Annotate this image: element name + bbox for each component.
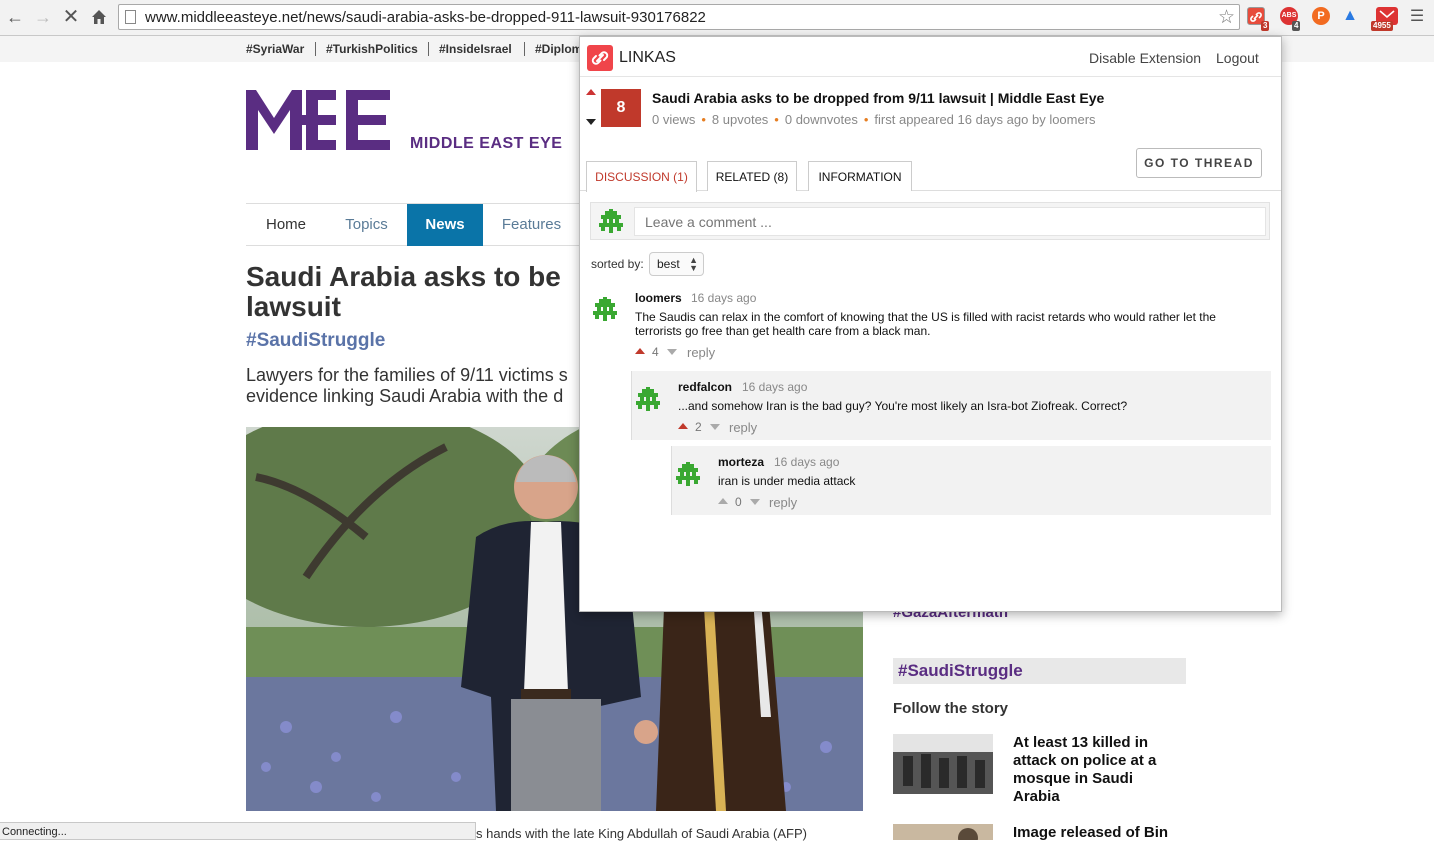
comment-input[interactable]	[634, 207, 1266, 236]
comment-score: 4	[652, 345, 659, 359]
stop-icon[interactable]: ✕	[60, 6, 82, 28]
nav-news[interactable]: News	[407, 204, 483, 246]
comment-item: redfalcon 16 days ago ...and somehow Ira…	[631, 371, 1271, 440]
views-count: 0 views	[652, 112, 696, 127]
home-icon[interactable]	[88, 6, 110, 28]
meta-dot: •	[701, 112, 706, 127]
divider	[428, 42, 429, 56]
logo-text: MIDDLE EAST EYE	[410, 135, 563, 152]
sort-value: best	[657, 257, 680, 271]
story-title[interactable]: Image released of Bin	[1013, 824, 1183, 842]
link-icon	[587, 45, 613, 71]
tab-related[interactable]: RELATED (8)	[707, 161, 797, 191]
comment-reply-link[interactable]: reply	[687, 345, 715, 360]
nav-topics[interactable]: Topics	[326, 204, 407, 246]
comment-username[interactable]: loomers	[635, 291, 682, 305]
logout-link[interactable]: Logout	[1216, 50, 1259, 66]
comment-time: 16 days ago	[742, 380, 808, 394]
comment-upvote-icon[interactable]	[635, 348, 645, 354]
adblock-badge: 4	[1292, 21, 1301, 31]
p-extension-icon[interactable]: P	[1312, 7, 1330, 25]
comment-username[interactable]: redfalcon	[678, 380, 732, 394]
linkas-badge: 3	[1261, 21, 1270, 31]
sorted-by-label: sorted by:	[591, 257, 644, 271]
upvotes-count: 8 upvotes	[711, 112, 769, 127]
article-hashtag[interactable]: #SaudiStruggle	[246, 330, 385, 352]
comment-text: The Saudis can relax in the comfort of k…	[635, 310, 1216, 338]
go-to-thread-button[interactable]: GO TO THREAD	[1136, 148, 1262, 178]
linkas-brand: LINKAS	[619, 49, 676, 66]
comment-score: 0	[735, 495, 742, 509]
sidebar-tag-box[interactable]: #SaudiStruggle	[893, 658, 1186, 684]
thread-score: 8	[601, 89, 641, 127]
comment-text: ...and somehow Iran is the bad guy? You'…	[678, 399, 1128, 413]
url-text[interactable]: www.middleeasteye.net/news/saudi-arabia-…	[145, 9, 706, 26]
follow-story-label: Follow the story	[893, 700, 1009, 717]
comment-downvote-icon[interactable]	[710, 424, 720, 430]
comment-upvote-icon[interactable]	[678, 423, 688, 429]
thread-meta: 0 views • 8 upvotes • 0 downvotes • first appe…	[652, 112, 1096, 127]
comment-upvote-icon[interactable]	[718, 498, 728, 504]
popup-header: LINKAS Disable Extension Logout	[580, 37, 1281, 77]
invader-avatar-icon	[593, 297, 617, 321]
comment-compose	[590, 202, 1270, 240]
megaphone-icon[interactable]: ▲	[1341, 7, 1359, 25]
article-headline: Saudi Arabia asks to be lawsuit	[246, 262, 606, 322]
comment-time: 16 days ago	[774, 455, 840, 469]
address-bar[interactable]: www.middleeasteye.net/news/saudi-arabia-…	[118, 4, 1240, 30]
meta-dot: •	[863, 112, 869, 127]
downvotes-count: 0 downvotes	[784, 112, 858, 127]
hashtag-link[interactable]: #Diplom	[535, 42, 582, 56]
thread-title[interactable]: Saudi Arabia asks to be dropped from 9/1…	[652, 90, 1104, 106]
tab-information[interactable]: INFORMATION	[808, 161, 912, 191]
invader-avatar-icon	[676, 462, 700, 486]
hashtag-link[interactable]: #TurkishPolitics	[326, 42, 418, 56]
browser-toolbar: ← → ✕ www.middleeasteye.net/news/saudi-a…	[0, 0, 1434, 36]
nav-features[interactable]: Features	[483, 204, 580, 246]
back-arrow-icon[interactable]: ←	[4, 6, 26, 28]
comment-downvote-icon[interactable]	[750, 499, 760, 505]
comment-reply-link[interactable]: reply	[729, 420, 757, 435]
article-lede: Lawyers for the families of 9/11 victims…	[246, 365, 568, 406]
headline-line-2: lawsuit	[246, 291, 341, 322]
comment-reply-link[interactable]: reply	[769, 495, 797, 510]
story-thumbnail[interactable]	[893, 824, 993, 840]
page-icon	[125, 10, 136, 24]
first-appeared: first appeared 16 days ago by loomers	[874, 112, 1096, 127]
invader-avatar-icon	[599, 209, 623, 233]
comment-item: loomers 16 days ago The Saudis can relax…	[590, 289, 1270, 365]
site-nav: Home Topics News Features	[246, 203, 586, 246]
mail-badge: 4955	[1371, 21, 1393, 31]
mee-logo[interactable]	[246, 90, 392, 155]
comment-username[interactable]: morteza	[718, 455, 764, 469]
sort-select[interactable]: best ▲ ▼	[649, 252, 704, 276]
headline-line-1: Saudi Arabia asks to be	[246, 261, 561, 292]
disable-extension-link[interactable]: Disable Extension	[1089, 50, 1201, 66]
story-thumbnail[interactable]	[893, 734, 993, 794]
forward-arrow-icon[interactable]: →	[32, 6, 54, 28]
story-title[interactable]: At least 13 killed in attack on police a…	[1013, 734, 1183, 806]
hashtag-link[interactable]: #InsideIsrael	[439, 42, 512, 56]
linkas-popup: LINKAS Disable Extension Logout 8 Saudi …	[579, 36, 1282, 612]
comment-score: 2	[695, 420, 702, 434]
invader-avatar-icon	[636, 387, 660, 411]
hashtag-link[interactable]: #SyriaWar	[246, 42, 304, 56]
menu-icon[interactable]: ☰	[1406, 6, 1428, 28]
upvote-arrow-icon[interactable]	[586, 89, 596, 95]
tab-discussion[interactable]: DISCUSSION (1)	[586, 161, 697, 192]
bookmark-star-icon[interactable]: ☆	[1218, 6, 1235, 29]
photo-caption: s hands with the late King Abdullah of S…	[476, 826, 807, 841]
divider	[524, 42, 525, 56]
divider	[315, 42, 316, 56]
comment-text: iran is under media attack	[718, 474, 856, 488]
nav-home[interactable]: Home	[246, 204, 326, 246]
select-arrows-icon: ▲ ▼	[689, 255, 698, 273]
downvote-arrow-icon[interactable]	[586, 119, 596, 125]
meta-dot: •	[774, 112, 779, 127]
comment-time: 16 days ago	[691, 291, 757, 305]
comment-item: morteza 16 days ago iran is under media …	[671, 446, 1271, 515]
sidebar-tag[interactable]: #SaudiStruggle	[898, 661, 1023, 681]
status-bar: Connecting...	[0, 822, 476, 840]
comment-downvote-icon[interactable]	[667, 349, 677, 355]
